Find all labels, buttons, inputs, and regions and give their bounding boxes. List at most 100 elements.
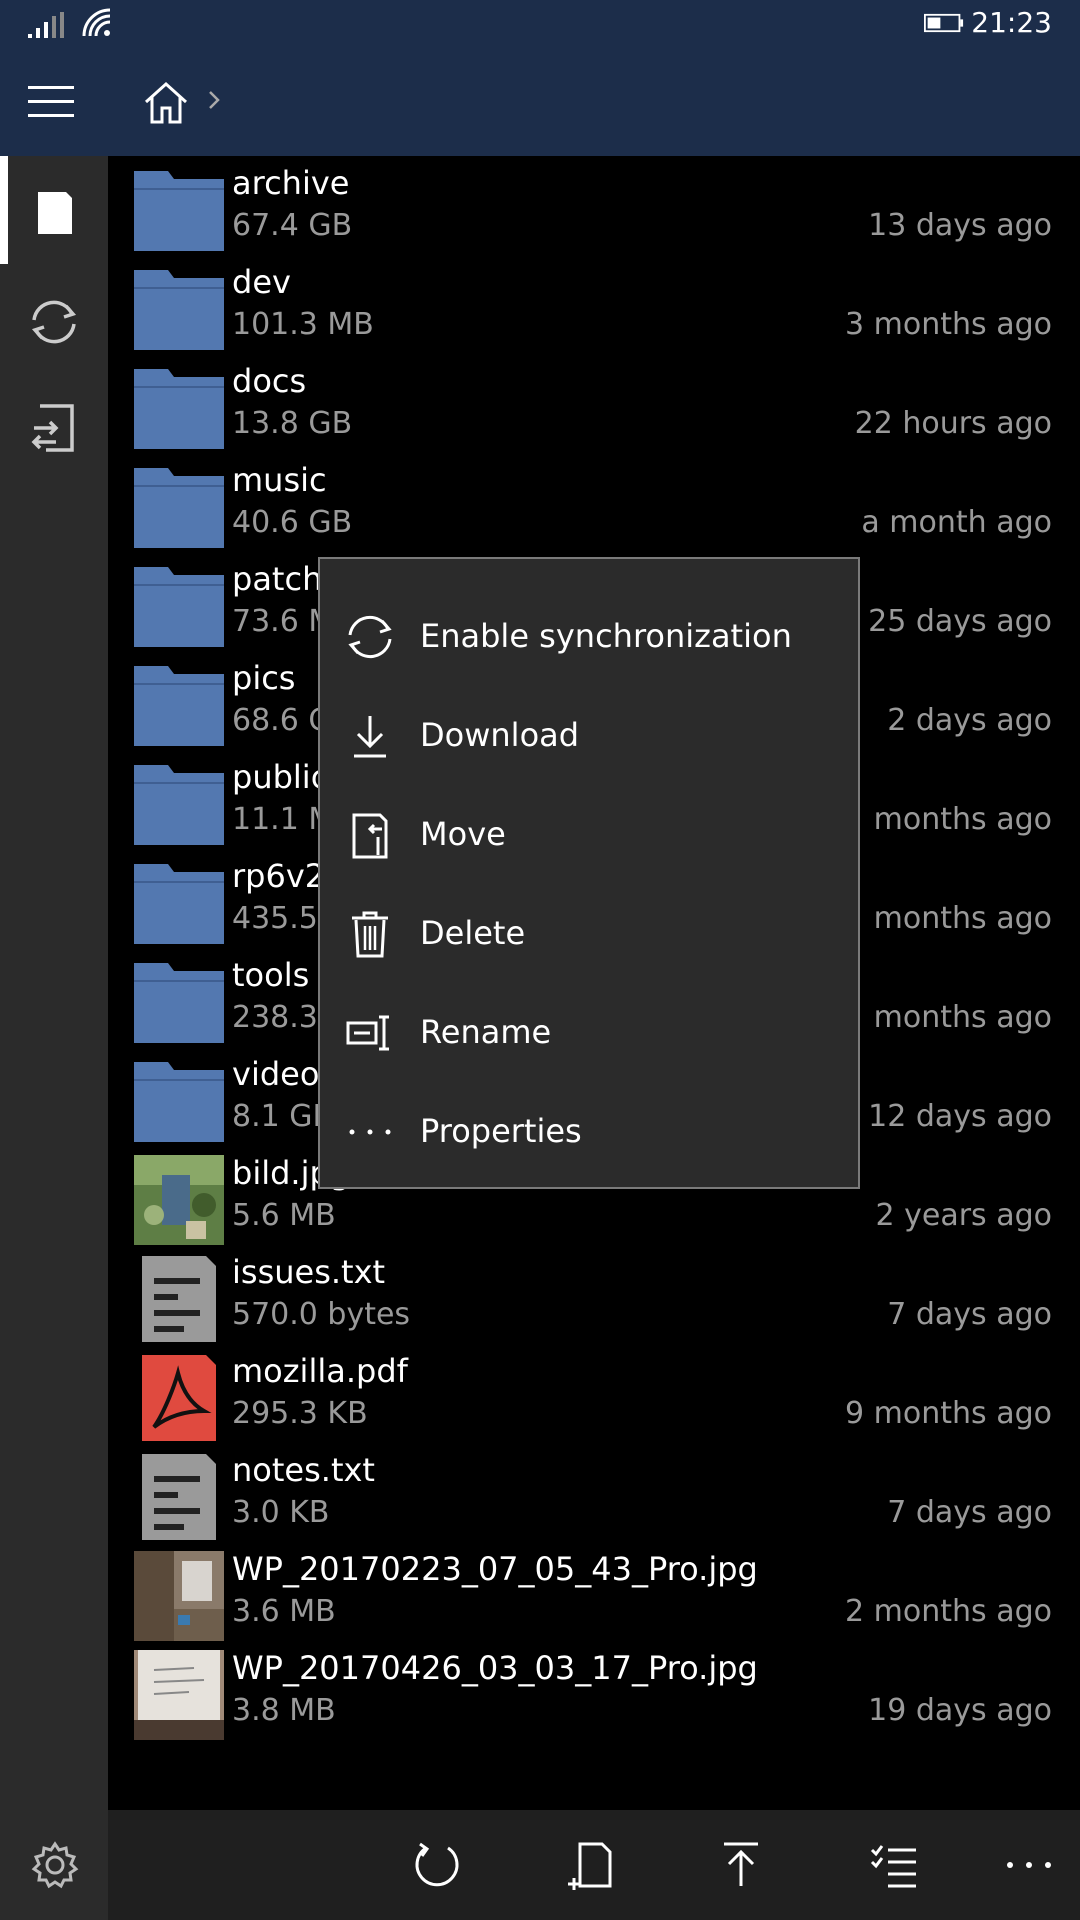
menu-item-move[interactable]: Move xyxy=(320,785,858,884)
file-modified-date: 19 days ago xyxy=(868,1693,1052,1728)
status-bar: 21:23 xyxy=(0,0,1080,50)
file-size: 68.6 G xyxy=(232,703,332,738)
folder-icon xyxy=(134,264,224,354)
file-row[interactable]: notes.txt 3.0 KB 7 days ago xyxy=(108,1447,1080,1546)
select-icon[interactable] xyxy=(870,1840,920,1890)
file-name: WP_20170223_07_05_43_Pro.jpg xyxy=(232,1550,758,1588)
signal-icon xyxy=(28,12,64,38)
file-size: 40.6 GB xyxy=(232,505,353,540)
hamburger-icon[interactable] xyxy=(28,86,78,120)
file-size: 238.3 xyxy=(232,1000,318,1035)
folder-icon xyxy=(134,858,224,948)
status-time: 21:23 xyxy=(971,6,1052,39)
file-modified-date: months ago xyxy=(873,1000,1052,1035)
file-size: 3.6 MB xyxy=(232,1594,336,1629)
menu-item-rename[interactable]: Rename xyxy=(320,983,858,1082)
more-icon[interactable] xyxy=(1004,1840,1054,1890)
menu-item-delete[interactable]: Delete xyxy=(320,884,858,983)
transfer-icon[interactable] xyxy=(26,400,82,456)
folder-icon xyxy=(134,165,224,255)
text-file-icon xyxy=(134,1254,224,1344)
settings-icon[interactable] xyxy=(30,1840,80,1890)
chevron-right-icon xyxy=(209,91,220,109)
file-row[interactable]: issues.txt 570.0 bytes 7 days ago xyxy=(108,1249,1080,1348)
file-modified-date: months ago xyxy=(873,802,1052,837)
file-name: WP_20170426_03_03_17_Pro.jpg xyxy=(232,1649,758,1687)
file-modified-date: 7 days ago xyxy=(887,1297,1052,1332)
file-name: patch xyxy=(232,560,323,598)
sidebar-selection-indicator xyxy=(0,156,8,264)
folder-icon xyxy=(134,1056,224,1146)
menu-item-label: Enable synchronization xyxy=(420,617,792,655)
header-bar xyxy=(0,50,1080,156)
file-name: music xyxy=(232,461,327,499)
sync-icon xyxy=(348,615,392,659)
file-modified-date: months ago xyxy=(873,901,1052,936)
file-modified-date: 2 months ago xyxy=(845,1594,1052,1629)
file-row[interactable]: docs 13.8 GB 22 hours ago xyxy=(108,358,1080,457)
menu-item-label: Properties xyxy=(420,1112,582,1150)
image-thumbnail xyxy=(134,1650,224,1740)
folder-icon xyxy=(134,957,224,1047)
file-name: dev xyxy=(232,263,291,301)
file-name: issues.txt xyxy=(232,1253,386,1291)
image-thumbnail xyxy=(134,1155,224,1245)
file-size: 3.0 KB xyxy=(232,1495,330,1530)
menu-item-download[interactable]: Download xyxy=(320,686,858,785)
file-modified-date: 22 hours ago xyxy=(854,406,1052,441)
file-modified-date: 12 days ago xyxy=(868,1099,1052,1134)
file-name: archive xyxy=(232,164,350,202)
file-row[interactable]: archive 67.4 GB 13 days ago xyxy=(108,160,1080,259)
menu-item-properties[interactable]: Properties xyxy=(320,1082,858,1181)
upload-icon[interactable] xyxy=(716,1840,766,1890)
file-row[interactable]: dev 101.3 MB 3 months ago xyxy=(108,259,1080,358)
folder-icon xyxy=(134,462,224,552)
menu-item-label: Rename xyxy=(420,1013,552,1051)
menu-item-label: Delete xyxy=(420,914,526,952)
file-size: 570.0 bytes xyxy=(232,1297,411,1332)
menu-item-label: Download xyxy=(420,716,580,754)
bottom-app-bar xyxy=(0,1810,1080,1920)
home-icon[interactable] xyxy=(142,80,190,126)
folder-icon xyxy=(134,363,224,453)
file-size: 295.3 KB xyxy=(232,1396,368,1431)
battery-icon xyxy=(924,13,964,33)
file-size: 3.8 MB xyxy=(232,1693,336,1728)
file-row[interactable]: mozilla.pdf 295.3 KB 9 months ago xyxy=(108,1348,1080,1447)
file-name: public xyxy=(232,758,329,796)
file-row[interactable]: WP_20170223_07_05_43_Pro.jpg 3.6 MB 2 mont… xyxy=(108,1546,1080,1645)
file-modified-date: 2 years ago xyxy=(875,1198,1053,1233)
file-name: pics xyxy=(232,659,296,697)
context-menu: Enable synchronization Download Move Del… xyxy=(318,557,860,1189)
file-name: notes.txt xyxy=(232,1451,375,1489)
file-modified-date: a month ago xyxy=(861,505,1052,540)
trash-icon xyxy=(352,911,388,958)
file-row[interactable]: music 40.6 GB a month ago xyxy=(108,457,1080,556)
file-size: 5.6 MB xyxy=(232,1198,336,1233)
wifi-icon xyxy=(82,8,111,37)
file-name: tools xyxy=(232,956,310,994)
refresh-icon[interactable] xyxy=(412,1840,462,1890)
image-thumbnail xyxy=(134,1551,224,1641)
file-modified-date: 9 months ago xyxy=(845,1396,1052,1431)
file-modified-date: 2 days ago xyxy=(887,703,1052,738)
file-size: 101.3 MB xyxy=(232,307,374,342)
file-row[interactable]: WP_20170426_03_03_17_Pro.jpg 3.8 MB 19 day… xyxy=(108,1645,1080,1744)
file-modified-date: 3 months ago xyxy=(845,307,1052,342)
file-modified-date: 7 days ago xyxy=(887,1495,1052,1530)
pdf-file-icon xyxy=(134,1353,224,1443)
sync-icon[interactable] xyxy=(26,294,82,350)
file-name: rp6v2 xyxy=(232,857,326,895)
menu-item-enable-synchronization[interactable]: Enable synchronization xyxy=(320,587,858,686)
sidebar xyxy=(0,156,108,1810)
more-icon xyxy=(349,1129,391,1135)
file-icon[interactable] xyxy=(26,186,82,242)
text-file-icon xyxy=(134,1452,224,1542)
file-size: 13.8 GB xyxy=(232,406,353,441)
folder-icon xyxy=(134,660,224,750)
new-file-icon[interactable] xyxy=(566,1840,616,1890)
file-size: 67.4 GB xyxy=(232,208,353,243)
file-name: docs xyxy=(232,362,307,400)
menu-item-label: Move xyxy=(420,815,506,853)
file-size: 435.5 xyxy=(232,901,318,936)
